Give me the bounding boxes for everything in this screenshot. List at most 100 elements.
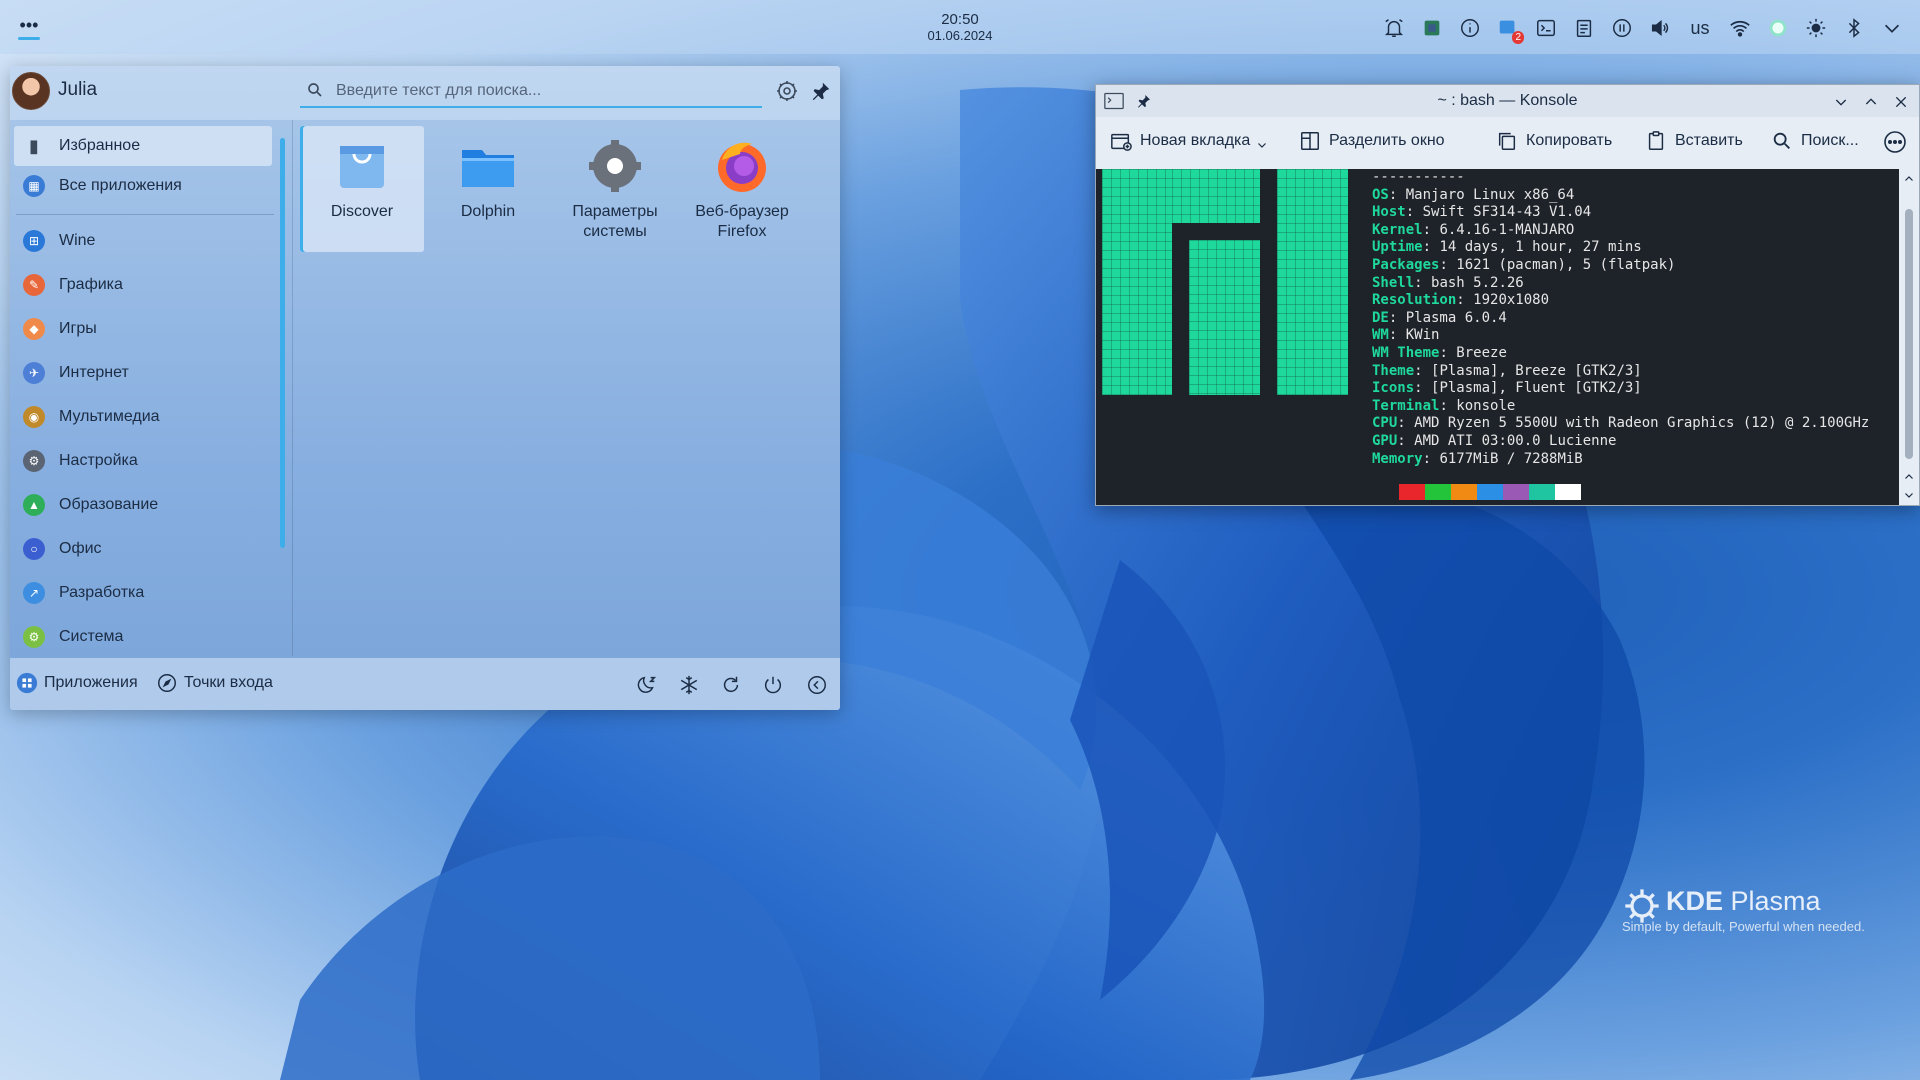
favorite-app-4[interactable]: Веб-браузер Firefox: [680, 126, 804, 252]
sidebar-item-11[interactable]: ↗ Разработка: [14, 573, 272, 613]
favorite-app-1[interactable]: Discover: [300, 126, 424, 252]
copy-button[interactable]: Копировать: [1496, 130, 1612, 152]
neofetch-value: 1920x1080: [1473, 292, 1550, 309]
kde-brand-bold: KDE: [1666, 886, 1724, 916]
terminal-icon[interactable]: [1532, 14, 1560, 42]
find-label: Поиск...: [1801, 132, 1859, 149]
minimize-icon[interactable]: [1833, 94, 1849, 110]
pin-launcher-button[interactable]: [808, 78, 834, 104]
wifi-icon[interactable]: [1726, 14, 1754, 42]
find-button[interactable]: Поиск...: [1771, 130, 1859, 152]
new-tab-label: Новая вкладка: [1140, 132, 1251, 149]
sidebar-item-10[interactable]: ○ Офис: [14, 529, 272, 569]
user-avatar[interactable]: [12, 72, 50, 110]
info-icon[interactable]: [1456, 14, 1484, 42]
hibernate-button[interactable]: [676, 672, 702, 698]
night-color-icon[interactable]: [1764, 14, 1792, 42]
maximize-icon[interactable]: [1863, 94, 1879, 110]
sidebar-item-label: Игры: [59, 320, 97, 337]
vault-icon[interactable]: [1418, 14, 1446, 42]
tab-applications[interactable]: Приложения: [16, 672, 138, 694]
sidebar-scrollbar[interactable]: [280, 138, 285, 548]
sidebar-item-12[interactable]: ⚙ Система: [14, 617, 272, 657]
neofetch-value: Plasma 6.0.4: [1405, 309, 1507, 326]
paste-button[interactable]: Вставить: [1645, 130, 1743, 152]
tab-places[interactable]: Точки входа: [156, 672, 273, 694]
development-icon: ↗: [23, 582, 45, 604]
brightness-icon[interactable]: [1802, 14, 1830, 42]
category-sidebar: ▮ Избранное ▦ Все приложения ⊞ Wine ✎ Графика ◆ И…: [10, 120, 288, 656]
scrollbar-thumb[interactable]: [1905, 209, 1913, 459]
sidebar-item-7[interactable]: ◉ Мультимедиа: [14, 397, 272, 437]
close-icon[interactable]: [1893, 94, 1909, 110]
app-launcher-button[interactable]: •••: [14, 14, 44, 40]
neofetch-colon: :: [1397, 415, 1415, 432]
gear-icon: [777, 81, 797, 101]
neofetch-line: CPU: AMD Ryzen 5 5500U with Radeon Graph…: [1372, 415, 1869, 433]
favorite-app-label: Веб-браузер Firefox: [695, 203, 789, 240]
scroll-up-icon[interactable]: [1903, 173, 1915, 185]
graphics-icon: ✎: [23, 274, 45, 296]
sidebar-item-label: Wine: [59, 232, 96, 249]
neofetch-key: Packages: [1372, 256, 1440, 273]
pin-icon: [812, 82, 830, 101]
palette-swatch: [1503, 484, 1529, 500]
sidebar-item-9[interactable]: ▲ Образование: [14, 485, 272, 525]
neofetch-value: Manjaro Linux x86_64: [1405, 186, 1575, 203]
split-view-icon: [1301, 132, 1319, 150]
bluetooth-icon[interactable]: [1840, 14, 1868, 42]
neofetch-colon: :: [1388, 309, 1406, 326]
clock-date: 01.06.2024: [927, 28, 993, 43]
neofetch-line: Icons: [Plasma], Fluent [GTK2/3]: [1372, 380, 1869, 398]
terminal-scrollbar[interactable]: [1899, 169, 1919, 505]
split-view-button[interactable]: Разделить окно: [1299, 130, 1445, 152]
new-tab-button[interactable]: Новая вкладка: [1110, 130, 1268, 152]
search-field[interactable]: [300, 74, 762, 108]
sidebar-item-6[interactable]: ✈ Интернет: [14, 353, 272, 393]
neofetch-colon: :: [1439, 397, 1457, 414]
restart-button[interactable]: [718, 672, 744, 698]
user-name: Julia: [58, 79, 98, 100]
sidebar-item-4[interactable]: ✎ Графика: [14, 265, 272, 305]
paste-label: Вставить: [1675, 132, 1743, 149]
media-pause-icon[interactable]: [1608, 14, 1636, 42]
more-actions-button[interactable]: [804, 672, 830, 698]
neofetch-colon: :: [1397, 432, 1415, 449]
games-icon: ◆: [23, 318, 45, 340]
terminal-output[interactable]: ----------- OS: Manjaro Linux x86_64 Host:…: [1096, 169, 1899, 505]
new-tab-icon: [1111, 133, 1132, 151]
search-icon: [308, 83, 322, 97]
scroll-up-small-icon[interactable]: [1903, 471, 1915, 483]
more-menu-button[interactable]: [1883, 130, 1907, 154]
sleep-button[interactable]: [634, 672, 660, 698]
neofetch-line: Shell: bash 5.2.26: [1372, 275, 1869, 293]
scroll-down-icon[interactable]: [1903, 489, 1915, 501]
grid-icon: ▦: [23, 175, 45, 197]
konsole-titlebar[interactable]: ~ : bash — Konsole: [1096, 85, 1919, 117]
application-launcher: Julia ▮ Избранное ▦ Все приложения ⊞ Wine ✎ Гра…: [10, 66, 840, 710]
neofetch-key: OS: [1372, 186, 1389, 203]
configure-launcher-button[interactable]: [774, 78, 800, 104]
clock-time: 20:50: [941, 11, 979, 28]
settings-icon: ⚙: [23, 450, 45, 472]
clipboard-icon[interactable]: [1570, 14, 1598, 42]
search-input[interactable]: [334, 77, 758, 105]
sidebar-item-1[interactable]: ▮ Избранное: [14, 126, 272, 166]
sidebar-item-label: Графика: [59, 276, 123, 293]
sidebar-item-8[interactable]: ⚙ Настройка: [14, 441, 272, 481]
copy-label: Копировать: [1526, 132, 1613, 149]
updates-icon[interactable]: 2: [1494, 14, 1524, 44]
notifications-icon[interactable]: [1380, 14, 1408, 42]
favorite-app-2[interactable]: Dolphin: [426, 126, 550, 252]
sidebar-item-5[interactable]: ◆ Игры: [14, 309, 272, 349]
volume-icon[interactable]: [1646, 14, 1674, 42]
sidebar-item-3[interactable]: ⊞ Wine: [14, 221, 272, 261]
expand-tray-icon[interactable]: [1878, 14, 1906, 42]
favorite-app-3[interactable]: Параметры системы: [553, 126, 677, 252]
shutdown-button[interactable]: [760, 672, 786, 698]
sidebar-item-2[interactable]: ▦ Все приложения: [14, 166, 272, 206]
neofetch-colon: :: [1414, 274, 1432, 291]
keyboard-layout[interactable]: us: [1684, 14, 1716, 42]
digital-clock[interactable]: 20:50 01.06.2024: [900, 11, 1020, 44]
neofetch-key: Memory: [1372, 450, 1423, 467]
